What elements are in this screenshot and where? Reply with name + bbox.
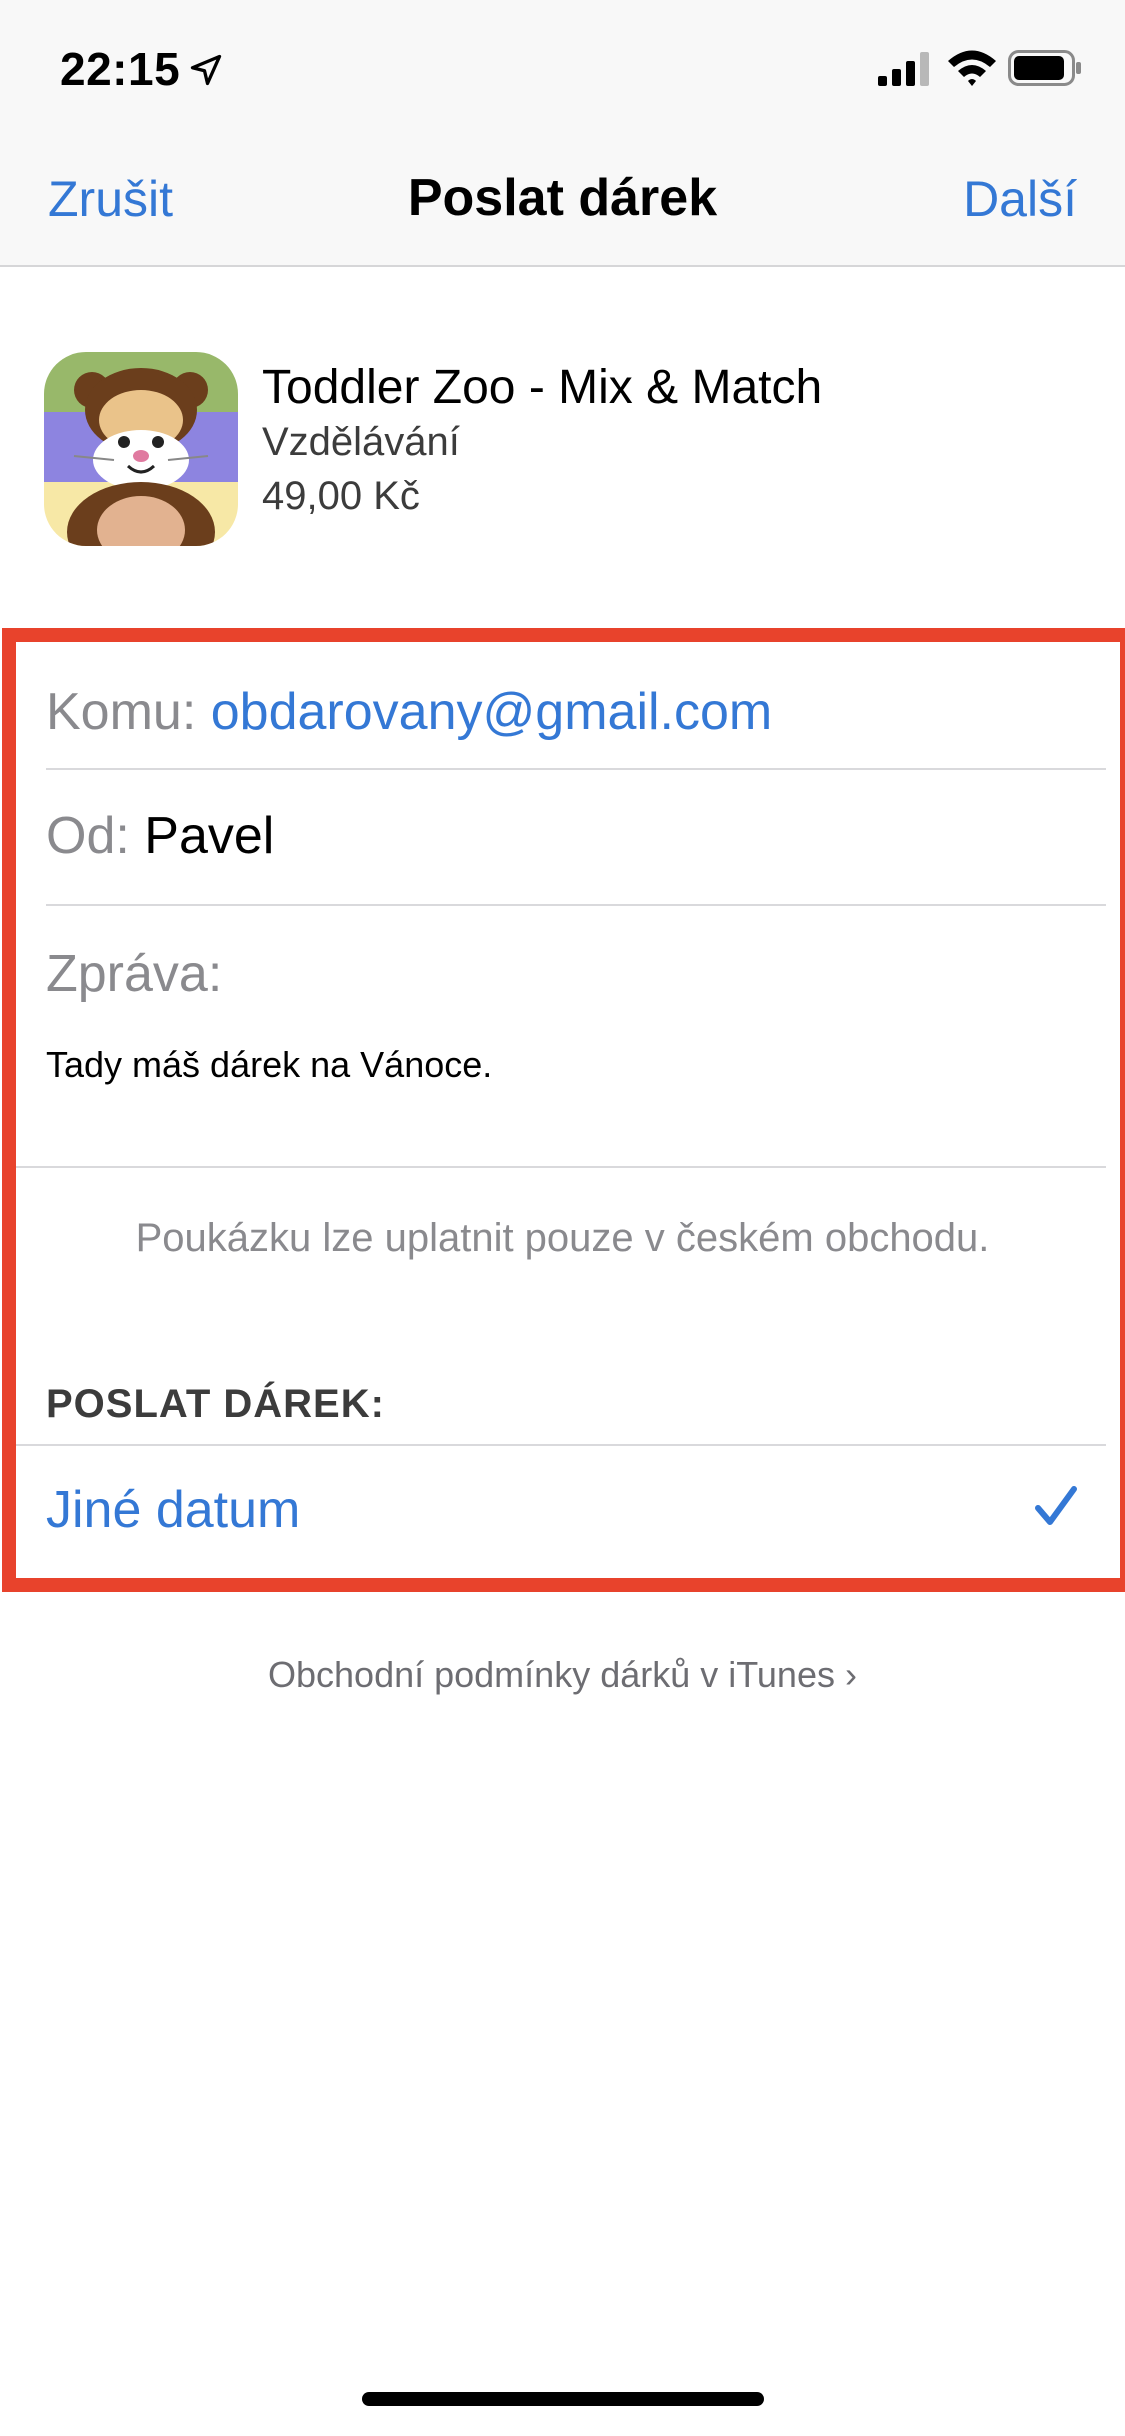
chevron-right-icon: › — [844, 1654, 857, 1695]
terms-link[interactable]: Obchodní podmínky dárků v iTunes › — [0, 1654, 1125, 1696]
app-icon — [44, 352, 238, 546]
checkmark-icon — [1035, 1486, 1077, 1525]
divider — [16, 1166, 1106, 1168]
top-bar: 22:15 Zrušit Poslat dárek Další — [0, 0, 1125, 267]
send-gift-header: POSLAT DÁREK: — [46, 1382, 385, 1426]
message-textarea[interactable]: Tady máš dárek na Vánoce. — [46, 1044, 492, 1086]
message-label: Zpráva: — [46, 945, 223, 1003]
status-time: 22:15 — [60, 43, 181, 95]
app-name: Toddler Zoo - Mix & Match — [262, 361, 823, 414]
other-date-option[interactable]: Jiné datum — [46, 1480, 300, 1540]
location-arrow-icon — [190, 54, 222, 86]
home-indicator[interactable] — [362, 2392, 764, 2406]
recipient-field[interactable]: Komu: obdarovany@gmail.com — [46, 682, 772, 742]
app-price: 49,00 Kč — [262, 474, 420, 518]
divider — [46, 768, 1106, 770]
terms-link-label: Obchodní podmínky dárků v iTunes — [268, 1654, 835, 1695]
recipient-email[interactable]: obdarovany@gmail.com — [211, 683, 773, 741]
battery-icon — [1008, 50, 1081, 86]
divider — [46, 904, 1106, 906]
highlight-frame — [2, 628, 1125, 1592]
sender-label: Od: — [46, 807, 130, 865]
sender-field[interactable]: Od: Pavel — [46, 806, 274, 866]
monkey-cat-icon — [44, 352, 238, 546]
next-button[interactable]: Další — [963, 170, 1077, 228]
wifi-icon — [948, 50, 996, 86]
cellular-signal-icon — [878, 52, 929, 86]
sender-name[interactable]: Pavel — [144, 807, 274, 865]
store-note: Poukázku lze uplatnit pouze v českém obc… — [135, 1216, 990, 1260]
recipient-label: Komu: — [46, 683, 197, 741]
page-title: Poslat dárek — [407, 169, 718, 227]
app-category: Vzdělávání — [262, 420, 460, 464]
divider — [16, 1444, 1106, 1446]
